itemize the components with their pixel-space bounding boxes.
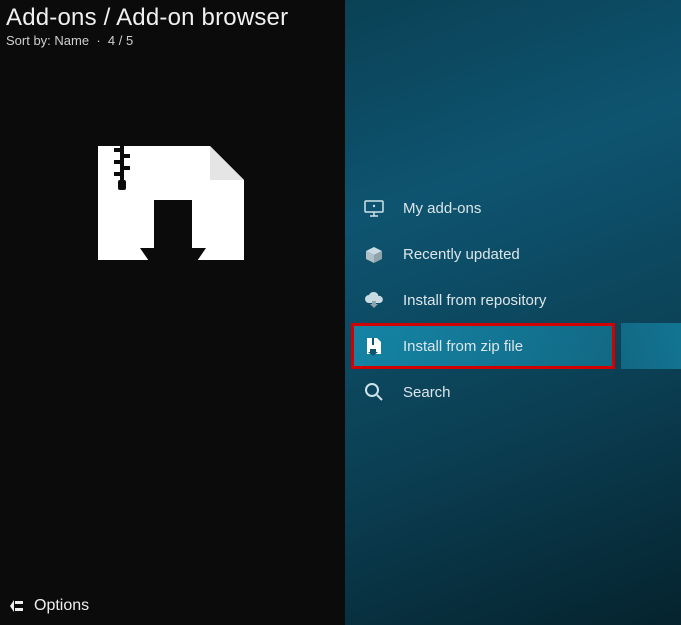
cloud-download-icon bbox=[363, 289, 385, 311]
zip-download-icon bbox=[92, 140, 252, 300]
sort-info: Sort by: Name · 4 / 5 bbox=[6, 33, 339, 48]
menu-item-install-zip[interactable]: Install from zip file bbox=[345, 323, 681, 369]
search-icon bbox=[363, 381, 385, 403]
selection-highlight: Install from zip file bbox=[351, 323, 615, 369]
menu-item-my-addons[interactable]: My add-ons bbox=[345, 185, 681, 231]
footer-bar: Options bbox=[8, 597, 89, 615]
menu-item-label: Recently updated bbox=[403, 246, 520, 263]
monitor-icon bbox=[363, 197, 385, 219]
position-indicator: 4 / 5 bbox=[108, 33, 133, 48]
menu-item-recently-updated[interactable]: Recently updated bbox=[345, 231, 681, 277]
menu-item-search[interactable]: Search bbox=[345, 369, 681, 415]
box-open-icon bbox=[363, 243, 385, 265]
menu-item-label: My add-ons bbox=[403, 200, 481, 217]
menu-item-label: Install from zip file bbox=[403, 338, 523, 355]
menu-item-label: Install from repository bbox=[403, 292, 546, 309]
right-panel: My add-ons Recently updated Install from… bbox=[345, 0, 681, 625]
options-label[interactable]: Options bbox=[34, 597, 89, 615]
addon-menu: My add-ons Recently updated Install from… bbox=[345, 185, 681, 415]
menu-item-install-repository[interactable]: Install from repository bbox=[345, 277, 681, 323]
page-title: Add-ons / Add-on browser bbox=[6, 4, 339, 32]
sort-label: Sort by: Name bbox=[6, 33, 89, 48]
menu-item-label: Search bbox=[403, 384, 451, 401]
options-icon[interactable] bbox=[8, 598, 24, 614]
header: Add-ons / Add-on browser Sort by: Name ·… bbox=[0, 0, 345, 48]
sort-separator: · bbox=[93, 33, 108, 48]
zip-file-icon bbox=[363, 335, 385, 357]
left-panel: Add-ons / Add-on browser Sort by: Name ·… bbox=[0, 0, 345, 625]
